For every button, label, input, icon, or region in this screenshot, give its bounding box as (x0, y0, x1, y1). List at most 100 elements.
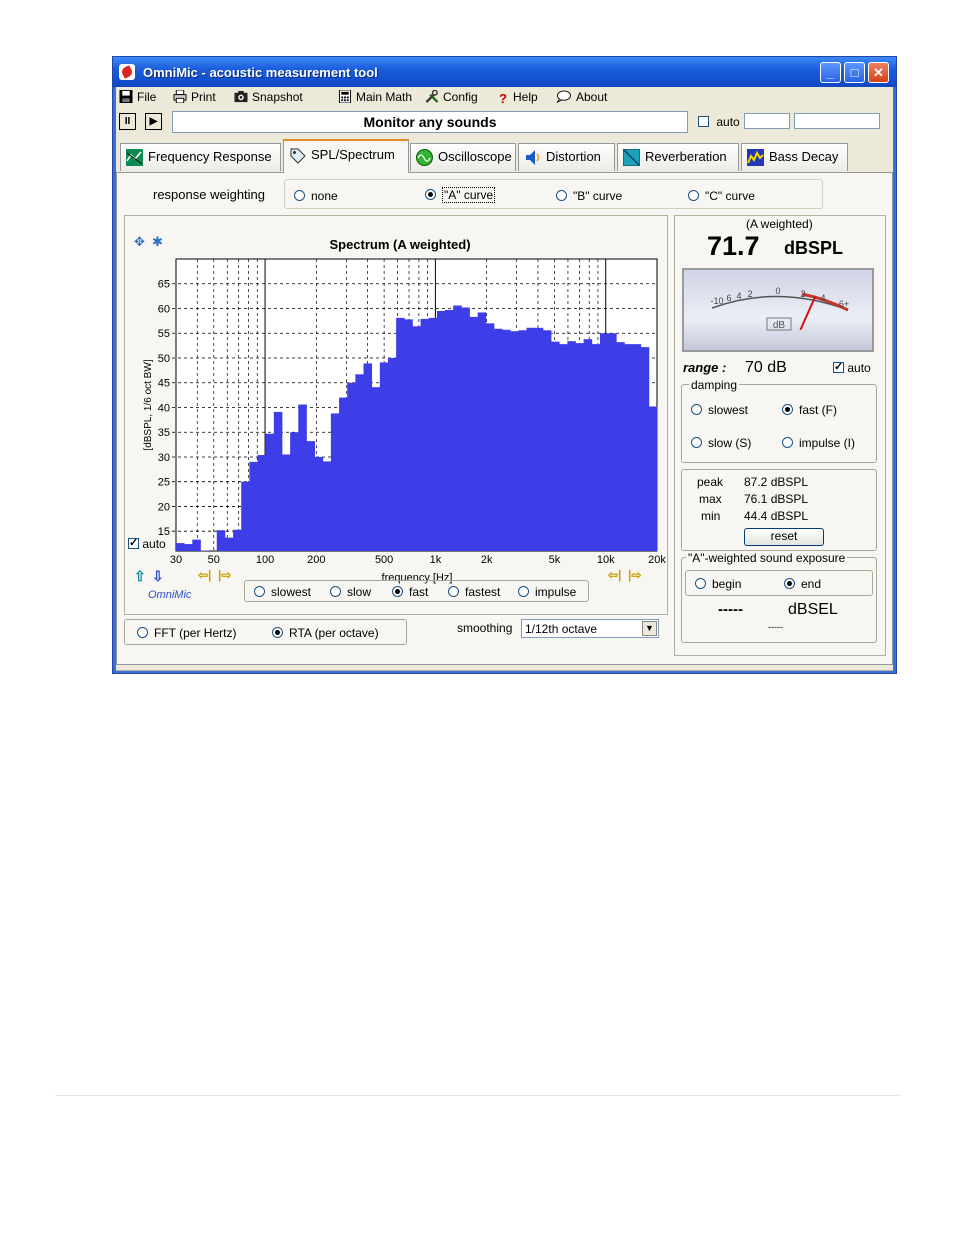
spectrum-bar (608, 333, 617, 551)
menu-snapshot[interactable]: Snapshot (234, 90, 303, 104)
damping-slowest-radio[interactable] (691, 404, 702, 415)
range-auto-toggle[interactable]: auto (833, 360, 871, 375)
close-button[interactable]: ✕ (868, 62, 889, 83)
weighting-b-radio[interactable] (556, 190, 567, 201)
auto-checkbox[interactable] (698, 116, 709, 127)
damping-impulse-radio[interactable] (782, 437, 793, 448)
tab-bass-decay[interactable]: Bass Decay (741, 143, 848, 171)
range-auto-checkbox[interactable] (833, 360, 844, 373)
exposure-end-radio[interactable] (784, 578, 795, 589)
weighting-none-radio[interactable] (294, 190, 305, 201)
speed-impulse[interactable]: impulse (518, 585, 576, 599)
smoothing-select[interactable]: 1/12th octave ▼ (521, 619, 659, 638)
minimize-button[interactable]: _ (820, 62, 841, 83)
damping-label: damping (689, 378, 740, 392)
weighting-c-radio[interactable] (688, 190, 699, 201)
pan-left-icon[interactable]: ⇦| (198, 568, 211, 582)
damping-slowest[interactable]: slowest (691, 403, 748, 417)
title-bar[interactable]: OmniMic - acoustic measurement tool _ □ … (113, 57, 896, 87)
speed-fast[interactable]: fast (392, 585, 428, 599)
omnimic-app-icon (119, 64, 135, 80)
weighting-c-curve[interactable]: "C" curve (688, 189, 755, 203)
y-tick-label: 40 (158, 402, 170, 414)
speaker-icon (526, 150, 540, 165)
mode-fft[interactable]: FFT (per Hertz) (137, 626, 236, 640)
menu-help[interactable]: ? Help (497, 90, 538, 106)
spectrum-bar (567, 341, 576, 551)
menu-main-math[interactable]: Main Math (338, 90, 412, 104)
menu-about[interactable]: About (556, 90, 607, 104)
app-window: OmniMic - acoustic measurement tool _ □ … (112, 56, 897, 674)
spectrum-bar (347, 382, 356, 551)
damping-fast-radio[interactable] (782, 404, 793, 415)
tab-frequency-response[interactable]: Frequency Response (120, 143, 281, 171)
chevron-down-icon[interactable]: ▼ (642, 621, 657, 636)
speed-fast-radio[interactable] (392, 586, 403, 597)
y-tick-label: 60 (158, 303, 170, 315)
exposure-begin-radio[interactable] (695, 578, 706, 589)
speed-impulse-radio[interactable] (518, 586, 529, 597)
mode-fft-radio[interactable] (137, 627, 148, 638)
zoom-left-icon[interactable]: ⇦| (608, 568, 621, 582)
weighting-b-label: "B" curve (573, 189, 623, 203)
tab-distortion[interactable]: Distortion (518, 143, 615, 171)
damping-group: damping slowest fast (F) slow (S) impuls… (681, 378, 877, 463)
mode-rta-radio[interactable] (272, 627, 283, 638)
spectrum-bar (420, 318, 430, 551)
tab-reverberation[interactable]: Reverberation (617, 143, 739, 171)
tab-spl-spectrum-label: SPL/Spectrum (311, 147, 395, 162)
damping-fast[interactable]: fast (F) (782, 403, 837, 417)
speed-slow[interactable]: slow (330, 585, 371, 599)
reset-button[interactable]: reset (744, 528, 824, 546)
damping-slowest-label: slowest (708, 403, 749, 417)
tab-oscilloscope[interactable]: Oscilloscope (410, 143, 516, 171)
weighting-b-curve[interactable]: "B" curve (556, 189, 622, 203)
mode-rta[interactable]: RTA (per octave) (272, 626, 379, 640)
maximize-button[interactable]: □ (844, 62, 865, 83)
speed-fastest-label: fastest (465, 585, 501, 599)
spectrum-plot-panel: ✥ ✱ Spectrum (A weighted) [dBSPL, 1/6 oc… (124, 215, 668, 615)
spectrum-bar (526, 327, 536, 551)
spl-value: 71.7 (707, 231, 760, 261)
weighting-a-curve[interactable]: "A" curve (425, 187, 496, 203)
pause-button[interactable]: II (119, 113, 136, 130)
plot-auto-checkbox[interactable] (128, 536, 139, 549)
zoom-right-icon[interactable]: |⇨ (628, 568, 641, 582)
spectrum-bar (314, 456, 324, 551)
monitor-banner: Monitor any sounds (172, 111, 688, 133)
scroll-up-arrow-icon[interactable]: ⇧ (134, 568, 146, 585)
speed-slowest-radio[interactable] (254, 586, 265, 597)
menu-file[interactable]: File (119, 90, 156, 104)
play-button[interactable]: ▶ (145, 113, 162, 130)
menu-config[interactable]: Config (425, 90, 478, 104)
speed-slow-radio[interactable] (330, 586, 341, 597)
menu-print[interactable]: Print (173, 90, 216, 104)
auto-value-field-1[interactable] (744, 113, 790, 129)
speed-fastest[interactable]: fastest (448, 585, 500, 599)
auto-toggle[interactable]: auto (698, 115, 740, 129)
damping-slow[interactable]: slow (S) (691, 436, 751, 450)
pan-right-icon[interactable]: |⇨ (218, 568, 231, 582)
y-tick-label: 50 (158, 353, 170, 365)
weighting-none[interactable]: none (294, 189, 338, 203)
spectrum-chart[interactable]: Spectrum (A weighted) [dBSPL, 1/6 oct BW… (125, 216, 669, 616)
tab-spl-spectrum[interactable]: SPL/Spectrum (283, 139, 409, 173)
x-tick-label: 1k (430, 554, 442, 566)
plot-auto-toggle[interactable]: auto (128, 536, 166, 551)
tool-row: II ▶ Monitor any sounds auto (116, 111, 893, 135)
frequency-graph-icon (126, 149, 143, 166)
damping-impulse[interactable]: impulse (I) (782, 436, 855, 450)
spectrum-bar (306, 441, 315, 551)
damping-slow-radio[interactable] (691, 437, 702, 448)
spectrum-bar (477, 312, 487, 551)
exposure-end[interactable]: end (784, 577, 821, 591)
scroll-down-arrow-icon[interactable]: ⇩ (152, 568, 164, 585)
weighting-a-radio[interactable] (425, 189, 436, 200)
auto-value-field-2[interactable] (794, 113, 880, 129)
range-value: 70 dB (745, 359, 787, 376)
speed-slowest[interactable]: slowest (254, 585, 311, 599)
speed-fastest-radio[interactable] (448, 586, 459, 597)
mode-rta-label: RTA (per octave) (289, 626, 379, 640)
exposure-begin[interactable]: begin (695, 577, 741, 591)
spectrum-bar (648, 406, 658, 551)
